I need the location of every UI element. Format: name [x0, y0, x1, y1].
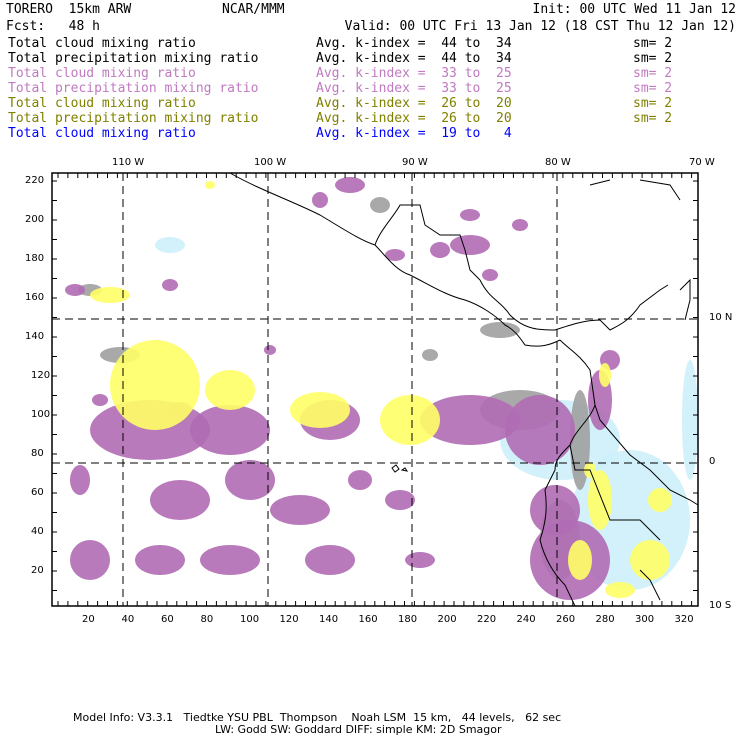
purple-cloud-area [385, 490, 415, 510]
purple-cloud-area [162, 279, 178, 291]
purple-cloud-area [270, 495, 330, 525]
gray-cloud-area [422, 349, 438, 361]
central-america-coast [479, 279, 669, 331]
purple-cloud-area [405, 552, 435, 568]
y-tick-label: 40 [31, 526, 44, 537]
galapagos [391, 464, 409, 473]
yellow-cloud-area [605, 582, 635, 598]
x-tick-label: 240 [516, 614, 536, 625]
purple-cloud-area [150, 480, 210, 520]
yellow-cloud-area [648, 488, 672, 512]
purple-cloud-area [460, 209, 480, 221]
purple-cloud-area [530, 485, 580, 535]
x-tick-label: 20 [82, 614, 95, 625]
x-tick-label: 120 [279, 614, 299, 625]
y-tick-label: 100 [31, 409, 51, 420]
purple-cloud-area [312, 192, 328, 208]
lightblue-cloud-area [155, 237, 185, 253]
y-tick-label: 160 [25, 292, 45, 303]
purple-cloud-area [92, 394, 108, 406]
lon-label: 70 W [689, 157, 715, 168]
y-tick-label: 60 [31, 487, 44, 498]
y-tick-label: 80 [31, 448, 44, 459]
lon-label: 100 W [254, 157, 287, 168]
cloud-field-layer [65, 177, 698, 600]
y-tick-label: 220 [25, 175, 45, 186]
x-tick-label: 220 [477, 614, 497, 625]
yellow-cloud-area [380, 395, 440, 445]
purple-cloud-area [200, 545, 260, 575]
map-plot [51, 172, 699, 607]
y-tick-label: 20 [31, 565, 44, 576]
x-tick-label: 200 [437, 614, 457, 625]
lat-label: 10 N [709, 312, 733, 323]
yellow-cloud-area [205, 370, 255, 410]
x-tick-label: 40 [121, 614, 135, 625]
gray-cloud-area [480, 322, 520, 338]
weather-map-page: TORERO 15km ARW NCAR/MMM Init: 00 UTC We… [0, 0, 740, 740]
purple-cloud-area [335, 177, 365, 193]
purple-cloud-area [450, 235, 490, 255]
model-info-line2: LW: Godd SW: Goddard DIFF: simple KM: 2D… [215, 723, 502, 736]
y-tick-label: 140 [25, 331, 45, 342]
x-tick-label: 140 [319, 614, 339, 625]
lat-label: 10 S [709, 600, 732, 611]
gray-cloud-area [370, 197, 390, 213]
purple-cloud-area [70, 540, 110, 580]
lon-label: 80 W [545, 157, 571, 168]
purple-cloud-area [512, 219, 528, 231]
purple-cloud-area [264, 345, 276, 355]
yellow-cloud-area [568, 540, 592, 580]
caribbean-islands [589, 179, 691, 321]
yellow-cloud-area [599, 363, 611, 387]
x-tick-label: 180 [398, 614, 418, 625]
y-tick-label: 120 [31, 370, 51, 381]
x-tick-label: 80 [200, 614, 214, 625]
yellow-cloud-area [588, 470, 612, 530]
x-tick-label: 300 [635, 614, 655, 625]
lightblue-cloud-area [682, 360, 698, 480]
y-tick-label: 200 [25, 214, 45, 225]
purple-cloud-area [135, 545, 185, 575]
x-tick-label: 280 [595, 614, 615, 625]
lon-label: 90 W [402, 157, 428, 168]
purple-cloud-area [65, 284, 85, 296]
purple-cloud-area [190, 405, 270, 455]
purple-cloud-area [70, 465, 90, 495]
yellow-cloud-area [630, 540, 670, 580]
x-tick-label: 320 [674, 614, 694, 625]
x-tick-label: 160 [358, 614, 378, 625]
purple-cloud-area [305, 545, 355, 575]
yellow-cloud-area [205, 181, 215, 189]
yellow-cloud-area [90, 287, 130, 303]
x-tick-label: 100 [240, 614, 260, 625]
x-tick-label: 260 [556, 614, 576, 625]
purple-cloud-area [430, 242, 450, 258]
y-tick-label: 180 [25, 253, 45, 264]
lat-label: 0 [709, 456, 716, 467]
yellow-cloud-area [290, 392, 350, 428]
purple-cloud-area [505, 395, 575, 465]
x-tick-label: 60 [161, 614, 174, 625]
purple-cloud-area [348, 470, 372, 490]
purple-cloud-area [482, 269, 498, 281]
lon-label: 110 W [112, 157, 145, 168]
